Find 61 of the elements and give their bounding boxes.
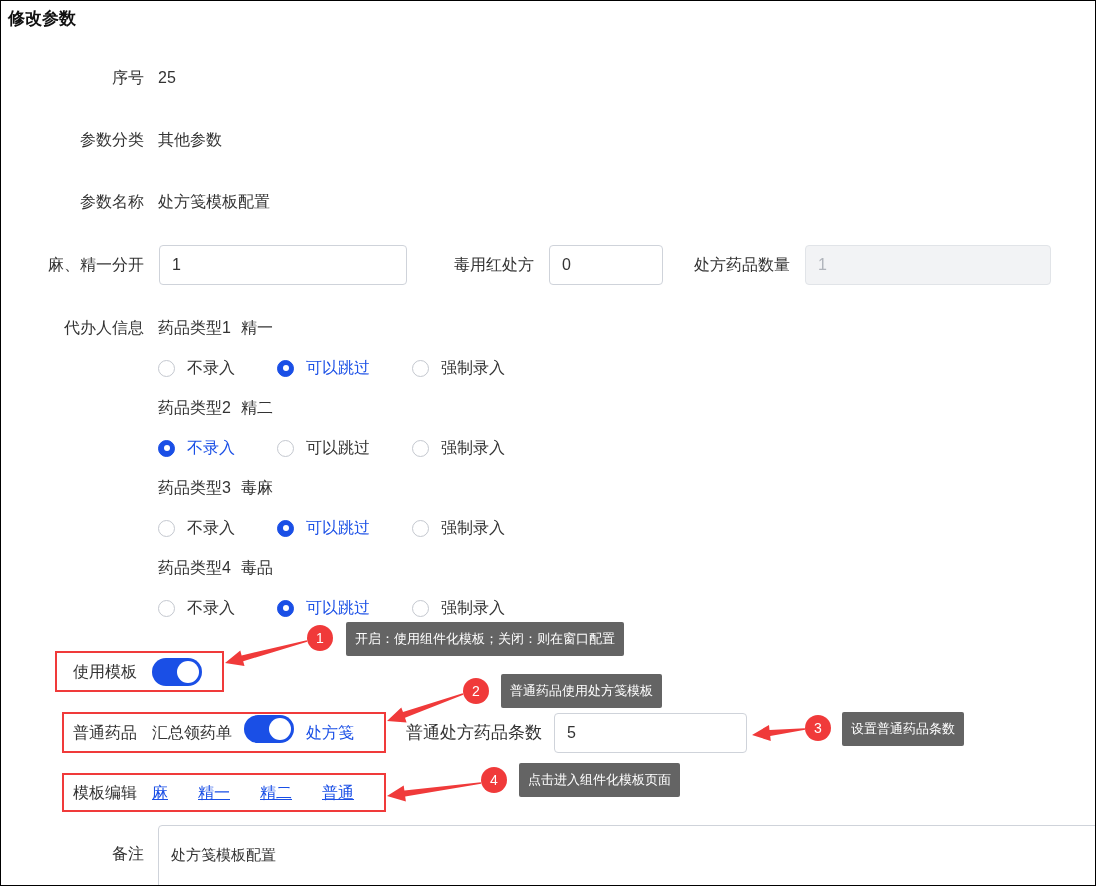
field-label: 模板编辑 — [73, 782, 137, 803]
radio-option[interactable]: 可以跳过 — [277, 516, 370, 540]
field-label: 毒用红处方 — [454, 255, 534, 275]
template-link[interactable]: 精一 — [198, 780, 230, 805]
annotation-tooltip: 开启：使用组件化模板；关闭：则在窗口配置 — [346, 622, 624, 656]
radio-button[interactable] — [158, 439, 175, 457]
field-label: 序号 — [111, 68, 144, 88]
radio-option[interactable]: 可以跳过 — [277, 436, 370, 460]
drug-type-name: 精二 — [240, 398, 273, 418]
radio-button[interactable] — [277, 519, 294, 537]
radio-button[interactable] — [277, 599, 294, 617]
template-link[interactable]: 麻 — [152, 780, 168, 805]
radio-option[interactable]: 不录入 — [158, 436, 235, 460]
switch-off-label: 汇总领药单 — [152, 722, 232, 743]
step-number-badge: 1 — [307, 625, 333, 651]
field-label: 麻、精一分开 — [47, 255, 144, 275]
field-label: 参数分类 — [79, 130, 144, 150]
radio-option[interactable]: 不录入 — [158, 356, 235, 380]
radio-option[interactable]: 不录入 — [158, 596, 235, 620]
template-link[interactable]: 精二 — [260, 780, 292, 805]
drug-type-name: 精一 — [240, 318, 273, 338]
toggle-switch[interactable] — [244, 715, 294, 743]
drug-type-label: 药品类型2 — [158, 398, 231, 418]
step-number-badge: 3 — [805, 715, 831, 741]
step-number-badge: 2 — [463, 678, 489, 704]
switch-on-label: 处方笺 — [306, 722, 354, 743]
field-value: 25 — [158, 68, 176, 88]
radio-button[interactable] — [277, 359, 294, 377]
drug-type-label: 药品类型1 — [158, 318, 231, 338]
drug-type-name: 毒麻 — [240, 478, 273, 498]
field-label: 参数名称 — [79, 192, 144, 212]
drug-type-label: 药品类型3 — [158, 478, 231, 498]
radio-option[interactable]: 可以跳过 — [277, 356, 370, 380]
annotation-tooltip: 点击进入组件化模板页面 — [519, 763, 680, 797]
field-label: 处方药品数量 — [694, 255, 790, 275]
radio-option[interactable]: 可以跳过 — [277, 596, 370, 620]
radio-option[interactable]: 强制录入 — [412, 516, 505, 540]
radio-option[interactable]: 强制录入 — [412, 436, 505, 460]
dialog-title: 修改参数 — [8, 8, 76, 31]
field-label: 代办人信息 — [64, 318, 144, 338]
drug-type-name: 毒品 — [240, 558, 273, 578]
template-link[interactable]: 普通 — [322, 780, 354, 805]
annotation-tooltip: 普通药品使用处方笺模板 — [501, 674, 662, 708]
radio-option[interactable]: 强制录入 — [412, 356, 505, 380]
field-value: 其他参数 — [158, 130, 222, 150]
field-value: 处方笺模板配置 — [158, 192, 270, 212]
remark-textarea[interactable]: 处方笺模板配置 — [158, 825, 1095, 885]
annotation-tooltip: 设置普通药品条数 — [842, 712, 964, 746]
annotation-arrow — [752, 725, 806, 741]
radio-option[interactable]: 不录入 — [158, 516, 235, 540]
step-number-badge: 4 — [481, 767, 507, 793]
field-label: 普通处方药品条数 — [406, 721, 542, 744]
input-field[interactable]: 1 — [159, 245, 407, 285]
input-field[interactable]: 0 — [549, 245, 663, 285]
radio-option[interactable]: 强制录入 — [412, 596, 505, 620]
drug-type-label: 药品类型4 — [158, 558, 231, 578]
input-field[interactable]: 5 — [554, 712, 747, 753]
field-label: 备注 — [112, 844, 144, 864]
toggle-switch[interactable] — [152, 657, 202, 686]
field-label: 普通药品 — [73, 722, 137, 743]
field-label: 使用模板 — [73, 661, 137, 682]
